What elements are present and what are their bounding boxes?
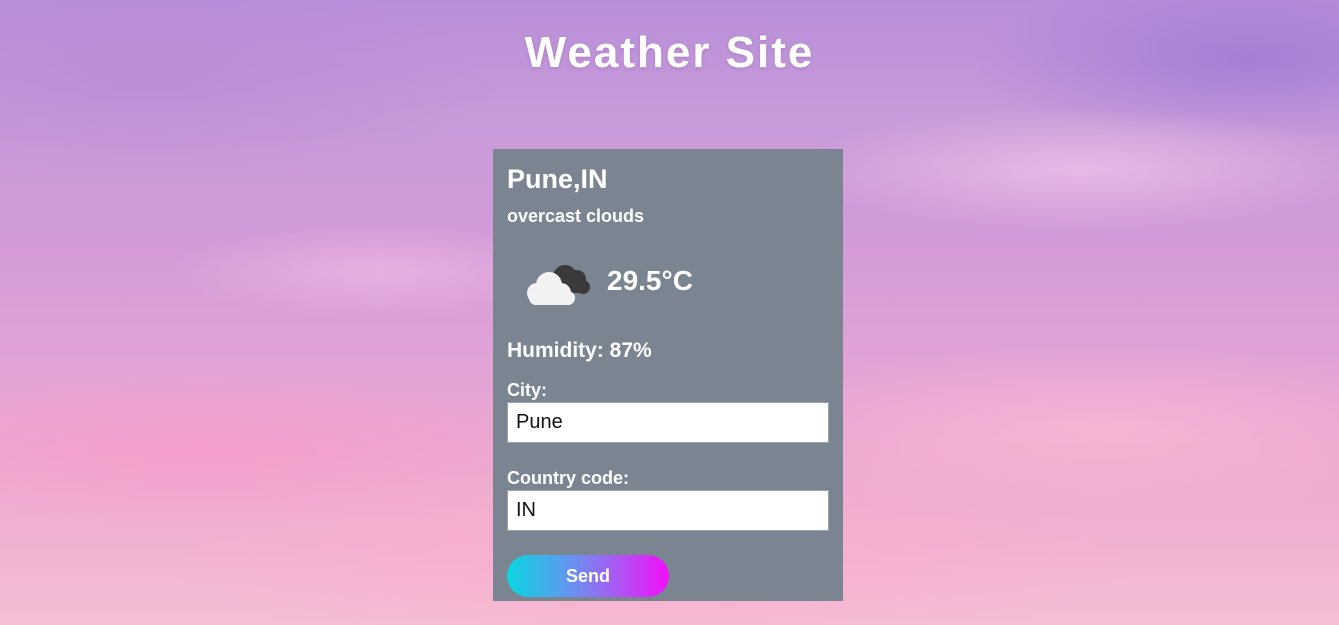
send-button[interactable]: Send <box>507 555 669 597</box>
page-title: Weather Site <box>524 28 815 77</box>
city-input[interactable] <box>507 402 829 443</box>
weather-description: overcast clouds <box>507 206 645 226</box>
temperature-value: 29.5°C <box>607 265 693 296</box>
city-label: City: <box>507 380 547 400</box>
humidity-readout: Humidity: 87% <box>507 339 652 362</box>
weather-card: Pune,IN overcast clouds 29.5°C Humidity:… <box>493 149 843 601</box>
location-heading: Pune,IN <box>507 164 608 194</box>
overcast-clouds-icon <box>527 265 590 305</box>
country-code-input[interactable] <box>507 490 829 531</box>
country-code-label: Country code: <box>507 468 630 488</box>
weather-summary: 29.5°C <box>507 249 829 313</box>
